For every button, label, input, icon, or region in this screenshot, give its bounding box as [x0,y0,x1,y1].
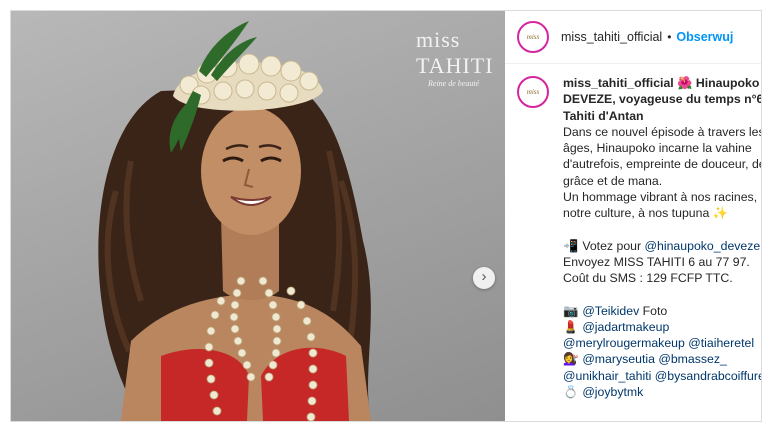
caption-line: d'autrefois, empreinte de douceur, de [563,157,761,172]
hibiscus-icon: 🌺 [677,76,693,90]
caption-title-line: DEVEZE, voyageuse du temps n°6 [563,92,761,107]
mention-link[interactable]: @unikhair_tahiti @bysandrabcoiffure [563,368,761,384]
follow-button[interactable]: Obserwuj [676,30,733,44]
phone-icon: 📲 [563,238,579,253]
avatar-logo: miss [526,88,540,96]
caption-line: Envoyez MISS TAHITI 6 au 77 97. [563,254,750,269]
caption-line: grâce et de mana. [563,173,663,188]
caption-line: 📲 Votez pour @hinaupoko_deveze [563,238,761,254]
post-sidebar: miss miss_tahiti_official • Obserwuj mis… [505,11,761,421]
caption-line: notre culture, à nos tupuna ✨ [563,205,761,221]
scroll-fade [505,403,761,421]
mention-link[interactable]: @merylrougermakeup @tiaiheretel [563,335,761,351]
caption-line: Coût du SMS : 129 FCFP TTC. [563,271,733,286]
caption-avatar[interactable]: miss [517,76,549,108]
caption-line: miss_tahiti_official 🌺 Hinaupoko [563,75,761,91]
watermark-tagline: Reine de beauté [428,79,480,88]
instagram-post: miss TAHITI Reine de beauté › miss miss_… [10,10,762,422]
mention-link[interactable]: @maryseutia @bmassez_ [582,352,727,366]
lipstick-icon: 💄 [563,319,579,334]
caption-username-link[interactable]: miss_tahiti_official [563,76,674,90]
caption-text: miss_tahiti_official 🌺 Hinaupoko DEVEZE,… [563,75,761,400]
vote-text: Votez pour [582,238,642,253]
caption-line: 💇‍♀️ @maryseutia @bmassez_ [563,351,761,367]
sparkles-icon: ✨ [712,206,729,221]
caption-line: 📷 @Teikidev Foto [563,303,761,319]
mention-link[interactable]: @jadartmakeup [582,320,669,334]
mention-link[interactable]: @hinaupoko_deveze [645,239,761,253]
credit-text: Foto [642,303,668,318]
ring-icon: 💍 [563,385,579,400]
watermark-name: TAHITI [416,53,494,78]
mention-link[interactable]: @joybytmk [582,385,643,399]
camera-icon: 📷 [563,303,579,318]
carousel-next-button[interactable]: › [473,267,495,289]
watermark-brand: miss [416,27,461,52]
caption-title-line: Tahiti d'Antan [563,108,644,123]
miss-tahiti-watermark: miss TAHITI Reine de beauté [416,27,505,88]
separator-dot: • [667,30,672,44]
mention-link[interactable]: @Teikidev [582,304,639,318]
caption-line-text: notre culture, à nos tupuna [563,206,710,221]
caption-line: âges, Hinaupoko incarne la vahine [563,141,752,156]
caption-line: Un hommage vibrant à nos racines, à [563,190,761,205]
post-photo[interactable]: miss TAHITI Reine de beauté › [11,11,505,421]
chevron-right-icon: › [481,268,487,285]
header-username-link[interactable]: miss_tahiti_official [561,30,662,44]
post-header: miss miss_tahiti_official • Obserwuj [505,11,761,64]
haircut-icon: 💇‍♀️ [563,352,579,367]
caption-line: 💍 @joybytmk [563,384,761,400]
avatar[interactable]: miss [517,21,549,53]
caption-line: 💄 @jadartmakeup [563,319,761,335]
post-caption: miss miss_tahiti_official 🌺 Hinaupoko DE… [505,73,761,421]
avatar-logo: miss [526,33,540,41]
caption-line: Dans ce nouvel épisode à travers les [563,124,761,139]
caption-title: Hinaupoko [695,76,760,90]
